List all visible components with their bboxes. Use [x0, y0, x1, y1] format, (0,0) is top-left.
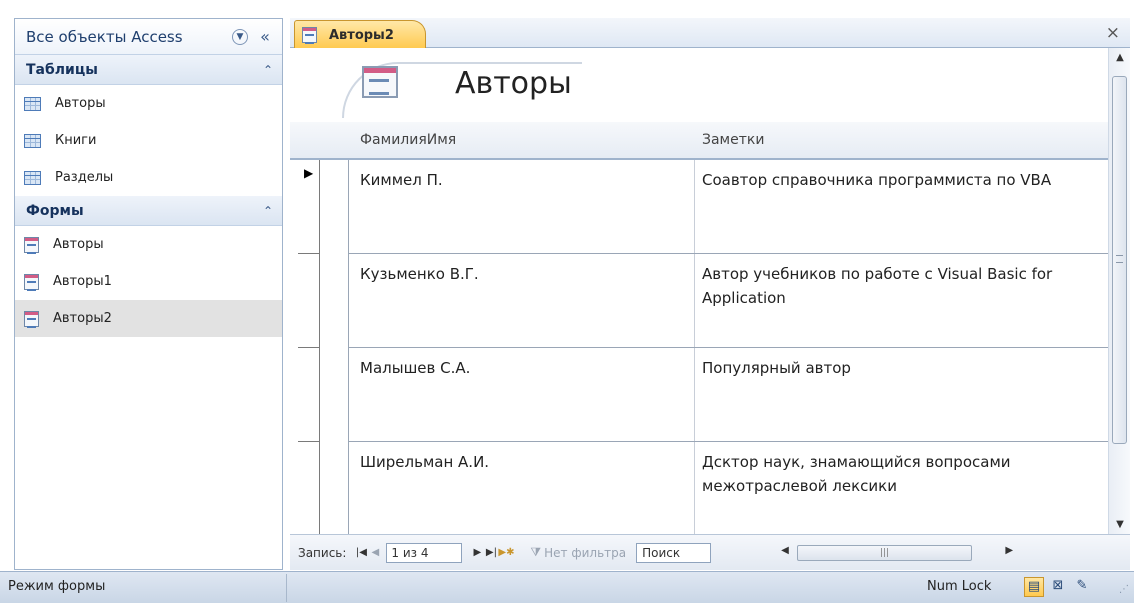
filter-status[interactable]: Нет фильтра	[544, 546, 626, 560]
nav-item-form-avtory1[interactable]: Авторы1	[15, 263, 282, 300]
table-icon	[24, 96, 41, 111]
status-separator	[286, 574, 287, 602]
new-record-icon[interactable]: ▶✱	[498, 547, 514, 558]
scroll-up-icon[interactable]: ▲	[1109, 52, 1131, 63]
column-header-zametki[interactable]: Заметки	[702, 132, 764, 148]
document-area: Авторы2 × Авторы ФамилияИмя Заметки ▶ Ки…	[290, 18, 1130, 570]
record-selector[interactable]	[298, 254, 320, 348]
current-record-arrow-icon: ▶	[304, 166, 314, 180]
close-icon[interactable]: ×	[1106, 23, 1120, 43]
record-selector[interactable]	[298, 442, 320, 534]
row-gutter	[320, 160, 349, 254]
scroll-left-icon[interactable]: ◀	[781, 545, 789, 556]
nav-item-label: Разделы	[55, 170, 114, 185]
scrollbar-thumb[interactable]: |||	[797, 544, 973, 561]
navigation-pane: Все объекты Access ▼ « Таблицы ⌃ Авторы …	[14, 18, 283, 570]
nav-item-label: Авторы	[55, 96, 106, 111]
scroll-down-icon[interactable]: ▼	[1109, 519, 1131, 530]
row-gutter	[320, 442, 349, 534]
nav-group-label: Формы	[26, 202, 84, 219]
column-divider	[694, 254, 695, 348]
document-tab-bar: Авторы2 ×	[290, 18, 1130, 49]
scroll-right-icon[interactable]: ▶	[1005, 545, 1013, 556]
record-row[interactable]: Малышев С.А. Популярный автор	[290, 348, 1108, 442]
record-selector[interactable]: ▶	[298, 160, 320, 254]
form-icon	[24, 236, 39, 254]
chevron-up-icon[interactable]: ⌃	[263, 63, 273, 77]
nav-item-table-razdely[interactable]: Разделы	[15, 159, 282, 196]
column-header-row: ФамилияИмя Заметки	[290, 122, 1108, 160]
notes-field[interactable]: Автор учебников по работе с Visual Basic…	[702, 262, 1102, 310]
previous-record-icon[interactable]: ◀	[368, 547, 382, 558]
row-gutter	[320, 254, 349, 348]
form-icon	[24, 273, 39, 291]
record-selector[interactable]	[298, 348, 320, 442]
num-lock-indicator: Num Lock	[927, 579, 992, 594]
nav-item-form-avtory2[interactable]: Авторы2	[15, 300, 282, 337]
form-title: Авторы	[455, 66, 572, 101]
column-divider	[694, 442, 695, 534]
notes-field[interactable]: Соавтор справочника программиста по VBA	[702, 168, 1102, 192]
notes-field[interactable]: Популярный автор	[702, 356, 1102, 380]
record-row[interactable]: Ширельман А.И. Дсктор наук, знамающийся …	[290, 442, 1108, 534]
name-field[interactable]: Ширельман А.И.	[360, 450, 680, 474]
form-header: Авторы	[290, 48, 1108, 118]
filter-icon[interactable]: ⧩	[530, 545, 541, 560]
dropdown-circle-icon[interactable]: ▼	[232, 28, 248, 45]
double-chevron-left-icon[interactable]: «	[256, 27, 274, 46]
nav-item-label: Авторы1	[53, 274, 112, 289]
first-record-icon[interactable]: |◀	[354, 547, 368, 558]
nav-group-forms[interactable]: Формы ⌃	[15, 196, 282, 226]
view-mode-text: Режим формы	[8, 579, 106, 594]
nav-item-form-avtory[interactable]: Авторы	[15, 226, 282, 263]
name-field[interactable]: Малышев С.А.	[360, 356, 680, 380]
design-view-icon[interactable]: ✎	[1072, 577, 1092, 597]
record-navigation-bar: Запись: |◀ ◀ 1 из 4 ▶ ▶| ▶✱ ⧩ Нет фильтр…	[290, 534, 1130, 570]
table-icon	[24, 170, 41, 185]
layout-view-icon[interactable]: ⊠	[1048, 577, 1068, 597]
grip-icon	[1116, 255, 1123, 263]
scrollbar-thumb[interactable]	[1112, 76, 1127, 444]
column-divider	[694, 348, 695, 442]
record-label: Запись:	[298, 545, 347, 560]
nav-item-label: Авторы	[53, 237, 104, 252]
row-gutter	[320, 348, 349, 442]
nav-pane-header[interactable]: Все объекты Access ▼ «	[15, 19, 282, 55]
form-view-icon[interactable]: ▤	[1024, 577, 1044, 597]
record-counter-input[interactable]: 1 из 4	[386, 542, 463, 563]
table-icon	[24, 133, 41, 148]
form-icon	[302, 27, 317, 44]
nav-pane-title[interactable]: Все объекты Access	[26, 28, 232, 46]
form-view: Авторы ФамилияИмя Заметки ▶ Киммел П. Со…	[290, 48, 1108, 534]
record-row[interactable]: ▶ Киммел П. Соавтор справочника программ…	[290, 160, 1108, 254]
horizontal-scrollbar[interactable]: ◀ ||| ▶	[781, 544, 1013, 562]
resize-grip-icon[interactable]: ⋰	[1119, 584, 1129, 595]
name-field[interactable]: Киммел П.	[360, 168, 680, 192]
nav-item-label: Книги	[55, 133, 97, 148]
nav-group-tables[interactable]: Таблицы ⌃	[15, 55, 282, 85]
column-divider	[694, 160, 695, 254]
nav-group-label: Таблицы	[26, 61, 98, 78]
tab-label: Авторы2	[329, 27, 394, 43]
nav-item-table-knigi[interactable]: Книги	[15, 122, 282, 159]
form-icon	[362, 66, 398, 98]
chevron-up-icon[interactable]: ⌃	[263, 204, 273, 218]
vertical-scrollbar[interactable]: ▲ ▼	[1108, 48, 1130, 534]
column-header-familiyaimya[interactable]: ФамилияИмя	[360, 132, 456, 148]
notes-field[interactable]: Дсктор наук, знамающийся вопросами межот…	[702, 450, 1102, 498]
search-input[interactable]: Поиск	[636, 542, 712, 563]
record-row[interactable]: Кузьменко В.Г. Автор учебников по работе…	[290, 254, 1108, 348]
tab-avtory2[interactable]: Авторы2	[294, 20, 426, 49]
nav-item-label: Авторы2	[53, 311, 112, 326]
last-record-icon[interactable]: ▶|	[484, 547, 498, 558]
name-field[interactable]: Кузьменко В.Г.	[360, 262, 680, 286]
status-bar: Режим формы Num Lock ▤ ⊠ ✎ ⋰	[0, 571, 1134, 603]
form-icon	[24, 310, 39, 328]
nav-item-table-avtory[interactable]: Авторы	[15, 85, 282, 122]
next-record-icon[interactable]: ▶	[470, 547, 484, 558]
